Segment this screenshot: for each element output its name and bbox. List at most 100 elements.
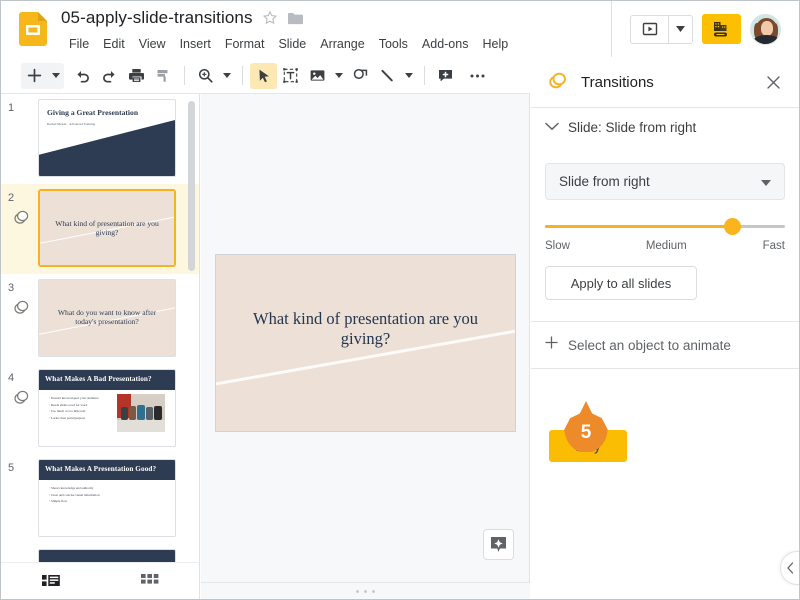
shape-icon (353, 68, 368, 80)
page-title[interactable]: 05-apply-slide-transitions (61, 8, 253, 28)
transition-type-value: Slide from right (559, 174, 650, 189)
current-slide[interactable]: What kind of presentation are you giving… (215, 254, 516, 432)
caret-down-icon (676, 26, 685, 32)
image-icon (310, 70, 325, 81)
thumbnail-title-bar (39, 550, 175, 562)
status-dot (356, 589, 359, 593)
undo-button[interactable] (69, 63, 96, 89)
plus-icon (545, 336, 558, 354)
insert-image-caret[interactable] (331, 63, 347, 89)
document-title-row: 05-apply-slide-transitions (61, 8, 304, 28)
paint-format-button[interactable] (150, 63, 177, 89)
menu-item-add-ons[interactable]: Add-ons (415, 34, 476, 54)
explore-button[interactable] (483, 529, 514, 560)
slide-thumbnail[interactable]: What Makes A Bad Presentation? Doesn't k… (38, 369, 176, 447)
print-button[interactable] (123, 63, 150, 89)
shape-button[interactable] (347, 63, 374, 89)
slides-doc-icon (19, 12, 47, 46)
present-caret-button[interactable] (668, 15, 692, 43)
chevron-down-icon[interactable] (545, 118, 559, 136)
menu-item-tools[interactable]: Tools (372, 34, 415, 54)
transition-type-select[interactable]: Slide from right (545, 163, 785, 200)
thumbnail-title: What Makes A Bad Presentation? (45, 375, 152, 383)
add-comment-icon (439, 70, 452, 82)
cursor-arrow-icon (258, 69, 269, 82)
avatar[interactable] (750, 13, 781, 45)
slide-number: 5 (7, 462, 15, 474)
list-item[interactable] (1, 544, 199, 562)
step-callout-marker: 5 (564, 401, 608, 457)
slider-fill (545, 225, 733, 228)
insert-image-button[interactable] (304, 63, 331, 89)
new-slide-button[interactable] (21, 62, 47, 89)
select-tool-button[interactable] (250, 62, 277, 89)
menu-item-slide[interactable]: Slide (271, 34, 313, 54)
undo-icon (77, 71, 89, 83)
thumbnail-bullets: Shows knowledge and authority Clear and … (49, 486, 119, 506)
transition-speed-slider[interactable] (545, 213, 785, 241)
slide-thumbnail[interactable]: What do you want to know after today's p… (38, 279, 176, 357)
filmstrip-view-button[interactable] (1, 573, 100, 589)
menu-item-insert[interactable]: Insert (173, 34, 218, 54)
caret-down-icon (335, 73, 343, 78)
slide-transition-section-header[interactable]: Slide: Slide from right (531, 108, 799, 146)
slide-text[interactable]: What kind of presentation are you giving… (240, 309, 491, 349)
line-button[interactable] (374, 63, 401, 89)
grid-view-button[interactable] (100, 574, 199, 588)
transitions-panel: Transitions Slide: Slide from right Slid… (531, 58, 799, 599)
thumbnail-bullet: Lacks clear point/purpose (49, 416, 119, 420)
slide-thumbnail[interactable] (38, 549, 176, 562)
menu-item-view[interactable]: View (132, 34, 173, 54)
speed-medium-label: Medium (645, 240, 687, 252)
thumbnail-bullet: Simple flow (49, 499, 119, 503)
filmstrip-view-icon (41, 575, 60, 586)
comment-button[interactable] (432, 63, 459, 89)
speed-fast-label: Fast (762, 240, 785, 252)
canvas-status-bar (201, 582, 530, 599)
present-button[interactable] (631, 16, 668, 43)
line-caret[interactable] (401, 63, 417, 89)
slides-app-window: 05-apply-slide-transitions File Edit Vie… (0, 0, 800, 600)
caret-down-icon (405, 73, 413, 78)
thumbnail-subtitle: Rachel Meade · Advanced Training (47, 122, 96, 126)
thumbnail-title-bar: What Makes A Bad Presentation? (39, 370, 175, 390)
zoom-caret[interactable] (219, 63, 235, 89)
list-item[interactable]: 5 What Makes A Presentation Good? Shows … (1, 454, 199, 544)
slide-thumbnail[interactable]: Giving a Great Presentation Rachel Meade… (38, 99, 176, 177)
zoom-button[interactable] (192, 63, 219, 89)
present-play-icon (642, 22, 657, 36)
slide-thumbnail[interactable]: What Makes A Presentation Good? Shows kn… (38, 459, 176, 537)
menu-item-arrange[interactable]: Arrange (313, 34, 371, 54)
slide-filmstrip[interactable]: 1 Giving a Great Presentation Rachel Mea… (1, 94, 200, 562)
text-box-button[interactable] (277, 63, 304, 89)
list-item[interactable]: 4 What Makes A Bad Presentation? Doesn't… (1, 364, 199, 454)
panel-title: Transitions (581, 74, 654, 91)
menu-item-help[interactable]: Help (475, 34, 515, 54)
slide-canvas[interactable]: What kind of presentation are you giving… (201, 94, 530, 582)
list-item[interactable]: 1 Giving a Great Presentation Rachel Mea… (1, 94, 199, 184)
list-item[interactable]: 2 What kind of presentation are you givi… (1, 184, 199, 274)
speed-slow-label: Slow (545, 240, 570, 252)
slide-thumbnail[interactable]: What kind of presentation are you giving… (38, 189, 176, 267)
status-dot (364, 589, 367, 593)
menu-item-edit[interactable]: Edit (96, 34, 132, 54)
new-slide-caret[interactable] (47, 62, 64, 89)
list-item[interactable]: 3 What do you want to know after today's… (1, 274, 199, 364)
menu-item-file[interactable]: File (62, 34, 96, 54)
select-object-to-animate-row[interactable]: Select an object to animate (531, 321, 799, 369)
share-building-icon (714, 21, 727, 36)
slider-thumb[interactable] (724, 218, 741, 235)
folder-icon[interactable] (287, 11, 304, 26)
redo-button[interactable] (96, 63, 123, 89)
transition-icon (547, 71, 569, 95)
menu-item-format[interactable]: Format (218, 34, 272, 54)
filmstrip-scrollbar[interactable] (188, 101, 195, 271)
star-outline-icon[interactable] (262, 10, 278, 26)
transition-icon (12, 209, 31, 225)
share-button[interactable] (702, 14, 741, 44)
close-icon[interactable] (763, 73, 783, 93)
apply-to-all-slides-button[interactable]: Apply to all slides (545, 266, 697, 300)
caret-down-icon (761, 173, 771, 191)
more-options-button[interactable] (464, 63, 491, 89)
chevron-left-icon (787, 562, 794, 574)
